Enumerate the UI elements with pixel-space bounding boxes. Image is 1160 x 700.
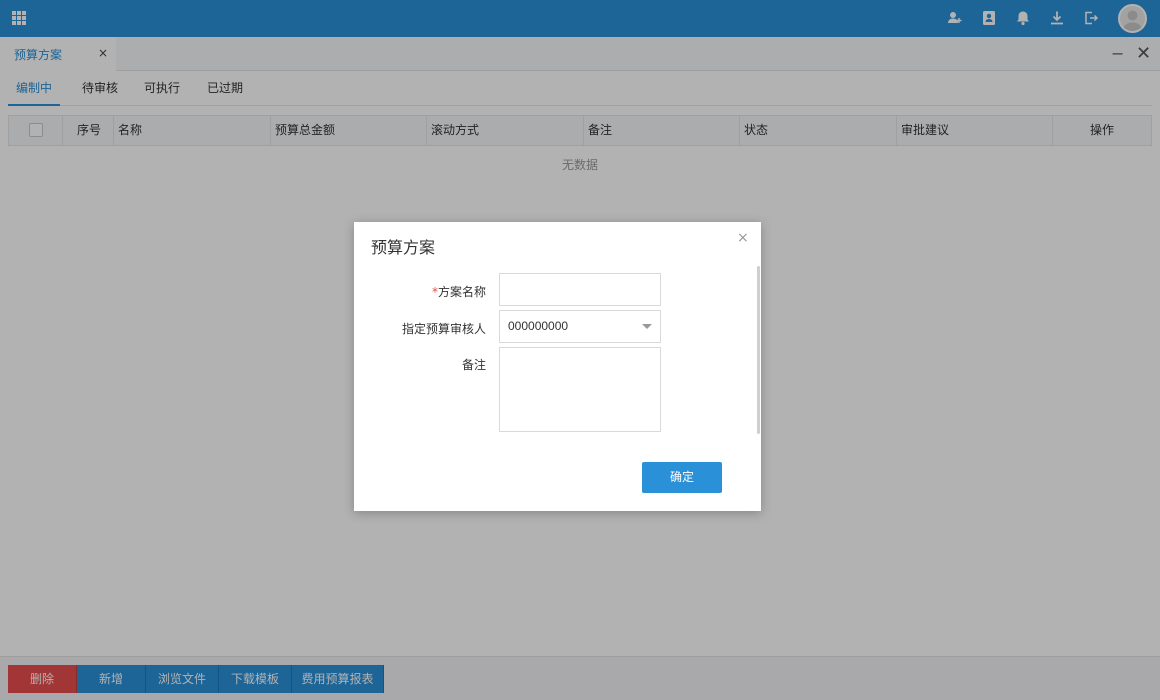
confirm-button[interactable]: 确定 bbox=[642, 462, 722, 493]
dialog-scrollbar[interactable] bbox=[757, 266, 760, 434]
remark-field[interactable] bbox=[499, 347, 661, 432]
remark-label: 备注 bbox=[461, 358, 486, 372]
dialog-title: 预算方案 bbox=[371, 238, 436, 257]
plan-name-label-text: 方案名称 bbox=[437, 285, 486, 299]
reviewer-value: 000000000 bbox=[508, 319, 569, 333]
remark-textarea[interactable] bbox=[500, 348, 660, 431]
reviewer-label: 指定预算审核人 bbox=[401, 322, 486, 336]
budget-plan-dialog: 预算方案 × *方案名称 指定预算审核人 000000000 备注 确定 bbox=[354, 222, 761, 511]
dialog-close-icon[interactable]: × bbox=[737, 230, 749, 246]
plan-name-field[interactable] bbox=[499, 273, 661, 306]
reviewer-select[interactable]: 000000000 bbox=[499, 310, 661, 343]
chevron-down-icon bbox=[642, 324, 652, 329]
plan-name-input[interactable] bbox=[500, 274, 660, 305]
plan-name-label: *方案名称 bbox=[354, 283, 486, 300]
